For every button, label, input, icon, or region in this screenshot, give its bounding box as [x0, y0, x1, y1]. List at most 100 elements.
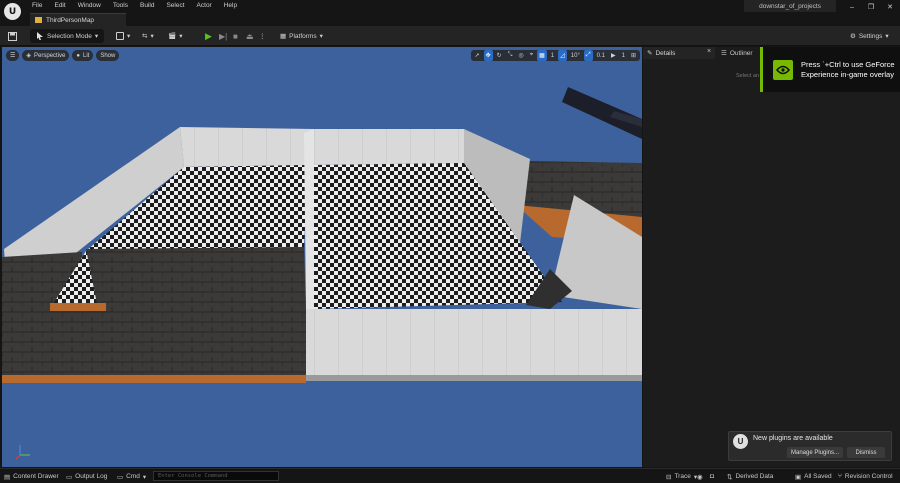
chevron-down-icon: ▾	[885, 33, 889, 40]
save-icon	[8, 31, 17, 41]
selection-mode-dropdown[interactable]: Selection Mode ▾	[30, 29, 105, 43]
step-icon: ▶|	[219, 31, 228, 41]
maximize-viewport-icon[interactable]: ⊞	[629, 50, 638, 61]
camera-icon: ◈	[26, 53, 32, 59]
blueprints-button[interactable]: ⇆ ▾	[138, 29, 158, 43]
revision-control-label: Revision Control	[844, 473, 893, 480]
terminal-icon: ▭	[117, 473, 124, 481]
scale-tool-icon[interactable]: ⤡	[506, 50, 515, 61]
unreal-logo-icon: U	[733, 434, 748, 449]
lit-label: Lit	[83, 52, 90, 59]
rotation-snap-value[interactable]: 10°	[569, 53, 582, 59]
menu-actor[interactable]: Actor	[191, 1, 218, 10]
perspective-button[interactable]: ◈ Perspective	[22, 50, 70, 61]
unreal-logo-icon[interactable]: U	[4, 3, 21, 20]
record-icon: ◉	[697, 473, 703, 481]
viewport-options-button[interactable]: ☰	[6, 50, 20, 61]
tab-outliner[interactable]: ☰ Outliner	[717, 47, 753, 59]
chevron-down-icon: ▾	[319, 33, 323, 40]
grid-snap-icon[interactable]: ▦	[537, 50, 547, 61]
menu-edit[interactable]: Edit	[48, 1, 71, 10]
record-button[interactable]: ◉	[697, 471, 703, 482]
play-options-button[interactable]: ⋮	[255, 29, 270, 43]
blueprint-icon: ⇆	[142, 33, 148, 40]
nvidia-logo-icon	[773, 59, 793, 80]
chevron-down-icon: ▾	[94, 33, 99, 40]
console-command-input[interactable]: Enter Console Command	[153, 471, 279, 481]
camera-speed-value[interactable]: 1	[620, 53, 627, 59]
translate-tool-icon[interactable]: ✥	[483, 50, 493, 61]
menu-build[interactable]: Build	[134, 1, 160, 10]
rotation-snap-icon[interactable]: ◿	[558, 50, 567, 61]
select-actor-hint: Select an	[736, 73, 759, 79]
menu-window[interactable]: Window	[72, 1, 107, 10]
derived-data-button[interactable]: ⇅ Derived Data	[727, 471, 773, 482]
view-mode-button[interactable]: ● Lit	[72, 50, 94, 61]
scene-render	[2, 87, 642, 383]
eject-icon: ⏏	[246, 31, 254, 41]
manage-plugins-button[interactable]: Manage Plugins...	[787, 447, 843, 458]
show-button[interactable]: Show	[96, 50, 120, 61]
cmd-dropdown[interactable]: ▭ Cmd ▾	[117, 471, 146, 482]
trace-icon: ⊟	[666, 473, 672, 481]
camera-speed-icon[interactable]: ▶	[609, 50, 618, 61]
revision-control-button[interactable]: ⑂ Revision Control	[838, 471, 893, 482]
project-name: downstar_of_projects	[744, 0, 836, 12]
close-details-icon[interactable]: ×	[707, 48, 711, 55]
select-tool-icon[interactable]: ➚	[473, 50, 482, 61]
save-icon: ▣	[795, 473, 802, 481]
viewport-toolbar-right: ➚ ✥ ↻ ⤡ ◎ ⌖ ▦ 1 ◿ 10° ⤢ 0.1 ▶ 1 ⊞	[470, 50, 640, 61]
rotate-tool-icon[interactable]: ↻	[495, 50, 504, 61]
trace-label: Trace	[674, 473, 691, 480]
title-bar: U File Edit Window Tools Build Select Ac…	[0, 0, 900, 26]
main-toolbar: Selection Mode ▾ ▾ ⇆ ▾ 🎬︎ ▾ ▶ ▶| ■ ⏏ ⋮ ▦ P…	[0, 26, 900, 46]
settings-dropdown[interactable]: ⚙ Settings ▾	[846, 29, 893, 43]
dismiss-button[interactable]: Dismiss	[847, 447, 885, 458]
cmd-label: Cmd	[126, 473, 140, 480]
output-log-button[interactable]: ▭ Output Log	[66, 471, 107, 482]
snapshot-button[interactable]: ◘	[710, 471, 714, 482]
world-space-icon[interactable]: ◎	[516, 50, 525, 61]
menu-help[interactable]: Help	[218, 1, 243, 10]
grid-snap-value[interactable]: 1	[549, 53, 556, 59]
menu-tools[interactable]: Tools	[107, 1, 134, 10]
play-button[interactable]: ▶	[201, 29, 216, 43]
add-content-button[interactable]: ▾	[112, 29, 134, 43]
level-icon	[35, 17, 42, 23]
scale-snap-icon[interactable]: ⤢	[583, 50, 593, 61]
plugins-notification: U New plugins are available Manage Plugi…	[728, 431, 892, 461]
clapper-icon: 🎬︎	[168, 33, 177, 40]
derived-data-label: Derived Data	[735, 473, 774, 480]
save-button[interactable]	[4, 29, 21, 43]
chevron-down-icon: ▾	[179, 33, 183, 40]
content-drawer-button[interactable]: ▤ Content Drawer	[4, 471, 59, 482]
details-icon: ✎	[647, 50, 653, 57]
cinematics-button[interactable]: 🎬︎ ▾	[164, 29, 187, 43]
axis-gizmo-icon	[15, 445, 30, 460]
close-button[interactable]: ✕	[880, 0, 900, 14]
platforms-dropdown[interactable]: ▦ Platforms ▾	[276, 29, 327, 43]
main-menu: File Edit Window Tools Build Select Acto…	[26, 1, 243, 10]
outliner-label: Outliner	[729, 49, 753, 57]
platforms-label: Platforms	[289, 32, 317, 40]
scale-snap-value[interactable]: 0.1	[595, 53, 607, 59]
tab-map[interactable]: ThirdPersonMap	[30, 13, 126, 26]
chevron-down-icon: ▾	[142, 473, 147, 481]
chevron-down-icon: ▾	[150, 33, 154, 40]
menu-select[interactable]: Select	[160, 1, 190, 10]
level-viewport[interactable]: ☰ ◈ Perspective ● Lit Show ➚ ✥ ↻ ⤡ ◎ ⌖ ▦…	[2, 47, 642, 467]
all-saved-button[interactable]: ▣ All Saved	[795, 471, 832, 482]
geforce-overlay-toast: Press `+Ctrl to use GeForce Experience i…	[760, 47, 900, 92]
trace-button[interactable]: ⊟ Trace ▾	[666, 471, 697, 482]
surface-snap-icon[interactable]: ⌖	[528, 50, 535, 61]
status-bar: ▤ Content Drawer ▭ Output Log ▭ Cmd ▾ En…	[0, 468, 900, 483]
minimize-button[interactable]: –	[842, 0, 862, 14]
maximize-button[interactable]: ❐	[861, 0, 881, 14]
stop-icon: ■	[233, 31, 238, 41]
all-saved-label: All Saved	[804, 473, 832, 480]
tab-details[interactable]: ✎ Details	[643, 47, 715, 59]
tab-map-label: ThirdPersonMap	[46, 16, 95, 24]
content-drawer-icon: ▤	[4, 473, 11, 481]
menu-file[interactable]: File	[26, 1, 48, 10]
stop-button[interactable]: ■	[229, 29, 242, 43]
